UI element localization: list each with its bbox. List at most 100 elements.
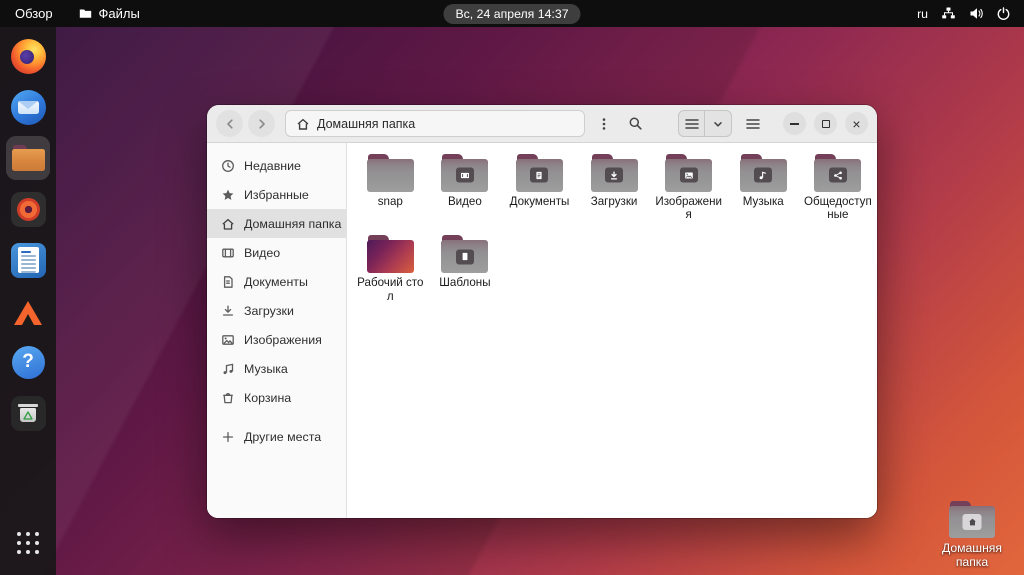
minimize-button[interactable] — [783, 112, 806, 135]
file-item-videos[interactable]: Видео — [428, 149, 503, 230]
forward-button[interactable] — [248, 110, 275, 137]
clock-button[interactable]: Вс, 24 апреля 14:37 — [443, 4, 580, 24]
sidebar-item-music[interactable]: Музыка — [207, 354, 346, 383]
film-icon — [220, 246, 235, 260]
sidebar-item-videos[interactable]: Видео — [207, 238, 346, 267]
path-label: Домашняя папка — [317, 117, 415, 131]
network-icon[interactable] — [941, 7, 956, 20]
file-label: Загрузки — [591, 195, 638, 208]
sidebar-item-trash[interactable]: Корзина — [207, 383, 346, 412]
help-icon: ? — [12, 346, 45, 379]
view-options-dropdown[interactable] — [705, 111, 731, 136]
maximize-button[interactable] — [814, 112, 837, 135]
dock-item-trash[interactable] — [6, 391, 50, 435]
activities-button[interactable]: Обзор — [15, 6, 53, 21]
list-view-button[interactable] — [679, 111, 705, 136]
files-icon — [12, 145, 45, 171]
hamburger-menu-button[interactable] — [739, 110, 766, 137]
plus-icon — [220, 430, 235, 444]
home-icon — [220, 217, 235, 231]
sidebar-item-other-locations[interactable]: Другие места — [207, 422, 346, 451]
sidebar-label: Музыка — [244, 362, 288, 376]
libreoffice-writer-icon — [11, 243, 46, 278]
sidebar-label: Документы — [244, 275, 308, 289]
view-toggle — [678, 110, 732, 137]
desktop-folder-icon — [367, 235, 414, 273]
sidebar-item-home[interactable]: Домашняя папка — [207, 209, 346, 238]
download-icon — [220, 304, 235, 318]
sidebar-item-downloads[interactable]: Загрузки — [207, 296, 346, 325]
sidebar-item-documents[interactable]: Документы — [207, 267, 346, 296]
home-icon — [296, 117, 310, 131]
app-menu-button[interactable]: Файлы — [79, 6, 140, 21]
file-grid: snap Видео — [347, 143, 877, 518]
desktop-shortcut-label: Домашняя папка — [934, 541, 1010, 569]
app-grid-icon — [17, 532, 39, 554]
dock-item-rhythmbox[interactable] — [6, 187, 50, 231]
sidebar-label: Недавние — [244, 159, 301, 173]
sidebar-item-recent[interactable]: Недавние — [207, 151, 346, 180]
dock-item-help[interactable]: ? — [6, 340, 50, 384]
file-label: snap — [378, 195, 403, 208]
star-icon — [220, 188, 235, 202]
sidebar-label: Изображения — [244, 333, 322, 347]
music-icon — [220, 362, 235, 376]
document-emblem-icon — [530, 168, 548, 183]
dock: ? — [0, 27, 56, 575]
file-item-downloads[interactable]: Загрузки — [577, 149, 652, 230]
file-item-desktop[interactable]: Рабочий стол — [353, 230, 428, 311]
back-button[interactable] — [216, 110, 243, 137]
files-app-icon — [79, 8, 92, 19]
ubuntu-software-icon — [11, 294, 46, 329]
image-icon — [220, 333, 235, 347]
template-emblem-icon — [456, 249, 474, 264]
sidebar-label: Корзина — [244, 391, 291, 405]
dock-item-libreoffice-writer[interactable] — [6, 238, 50, 282]
folder-icon — [367, 154, 414, 192]
file-item-pictures[interactable]: Изображения — [651, 149, 726, 230]
file-item-snap[interactable]: snap — [353, 149, 428, 230]
volume-icon[interactable] — [969, 7, 984, 20]
desktop: Обзор Файлы Вс, 24 апреля 14:37 ru — [0, 0, 1024, 575]
thunderbird-icon — [11, 90, 46, 125]
file-label: Видео — [448, 195, 482, 208]
film-emblem-icon — [456, 168, 474, 183]
path-bar[interactable]: Домашняя папка — [285, 110, 585, 137]
kebab-menu-button[interactable] — [590, 110, 617, 137]
download-emblem-icon — [605, 168, 623, 183]
share-emblem-icon — [829, 168, 847, 183]
dock-item-ubuntu-software[interactable] — [6, 289, 50, 333]
file-label: Изображения — [654, 195, 723, 221]
home-folder-icon — [949, 501, 995, 538]
trash-icon — [11, 396, 46, 431]
file-item-music[interactable]: Музыка — [726, 149, 801, 230]
house-emblem-icon — [963, 514, 982, 530]
folder-icon — [516, 154, 563, 192]
keyboard-layout-indicator[interactable]: ru — [917, 7, 928, 21]
file-item-documents[interactable]: Документы — [502, 149, 577, 230]
close-button[interactable]: × — [845, 112, 868, 135]
music-emblem-icon — [754, 168, 772, 183]
dock-item-app-grid[interactable] — [6, 521, 50, 565]
dock-item-files[interactable] — [6, 136, 50, 180]
folder-icon — [665, 154, 712, 192]
sidebar-label: Домашняя папка — [244, 217, 341, 231]
sidebar-item-starred[interactable]: Избранные — [207, 180, 346, 209]
file-label: Музыка — [743, 195, 784, 208]
dock-item-firefox[interactable] — [6, 34, 50, 78]
dock-item-thunderbird[interactable] — [6, 85, 50, 129]
file-item-public[interactable]: Общедоступные — [801, 149, 876, 230]
file-item-templates[interactable]: Шаблоны — [428, 230, 503, 311]
file-label: Шаблоны — [439, 276, 490, 289]
power-icon[interactable] — [997, 7, 1010, 20]
folder-icon — [740, 154, 787, 192]
window-controls: × — [783, 112, 868, 135]
sidebar-item-pictures[interactable]: Изображения — [207, 325, 346, 354]
search-button[interactable] — [622, 110, 649, 137]
folder-icon — [591, 154, 638, 192]
desktop-home-shortcut[interactable]: Домашняя папка — [934, 501, 1010, 569]
folder-icon — [441, 235, 488, 273]
sidebar-label: Загрузки — [244, 304, 294, 318]
firefox-icon — [11, 39, 46, 74]
headerbar: Домашняя папка — [207, 105, 877, 143]
